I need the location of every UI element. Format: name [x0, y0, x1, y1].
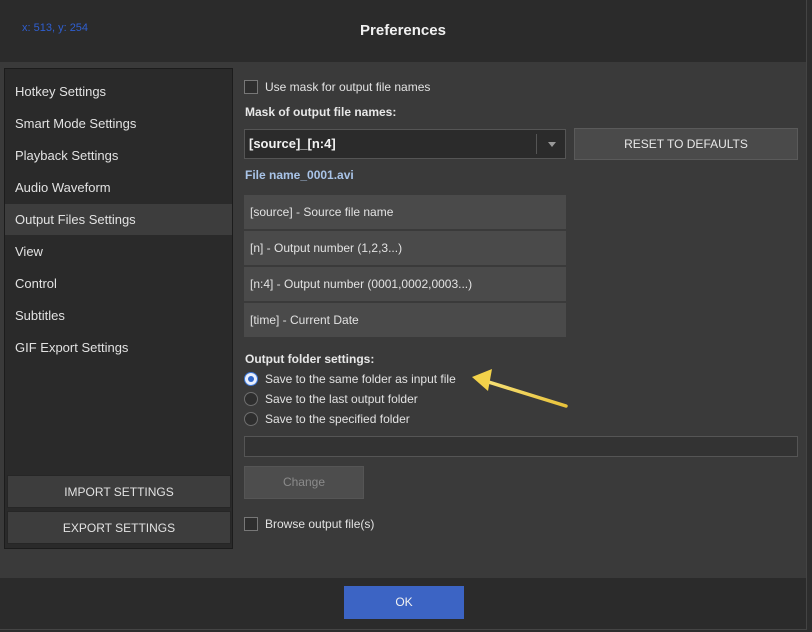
mask-value[interactable]: [source]_[n:4] — [249, 130, 336, 158]
window-title: Preferences — [360, 22, 446, 39]
browse-output-label: Browse output file(s) — [265, 517, 375, 531]
radio-row-same-folder[interactable]: Save to the same folder as input file — [244, 372, 456, 386]
radio-specified-folder-label: Save to the specified folder — [265, 412, 410, 426]
use-mask-checkbox[interactable] — [244, 80, 258, 94]
change-folder-button: Change — [244, 466, 364, 499]
sidebar-item-output-files-settings[interactable]: Output Files Settings — [5, 204, 232, 235]
radio-row-specified-folder[interactable]: Save to the specified folder — [244, 412, 410, 426]
output-folder-heading: Output folder settings: — [245, 352, 375, 366]
file-name-preview: File name_0001.avi — [245, 168, 354, 182]
output-files-panel: Use mask for output file names Mask of o… — [244, 62, 800, 578]
token-n4[interactable]: [n:4] - Output number (0001,0002,0003...… — [244, 267, 566, 301]
sidebar-item-hotkey-settings[interactable]: Hotkey Settings — [5, 76, 232, 107]
token-n[interactable]: [n] - Output number (1,2,3...) — [244, 231, 566, 265]
annotation-arrow-icon — [472, 369, 568, 408]
sidebar-item-gif-export-settings[interactable]: GIF Export Settings — [5, 332, 232, 363]
sidebar-item-smart-mode-settings[interactable]: Smart Mode Settings — [5, 108, 232, 139]
radio-same-folder[interactable] — [244, 372, 258, 386]
browse-output-checkbox-row[interactable]: Browse output file(s) — [244, 517, 374, 531]
sidebar-item-subtitles[interactable]: Subtitles — [5, 300, 232, 331]
sidebar-item-playback-settings[interactable]: Playback Settings — [5, 140, 232, 171]
combo-separator — [536, 134, 537, 154]
reset-to-defaults-button[interactable]: RESET TO DEFAULTS — [574, 128, 798, 160]
browse-output-checkbox[interactable] — [244, 517, 258, 531]
import-settings-button[interactable]: IMPORT SETTINGS — [7, 475, 231, 508]
radio-same-folder-label: Save to the same folder as input file — [265, 372, 456, 386]
mask-combobox[interactable]: [source]_[n:4] — [244, 129, 566, 159]
use-mask-label: Use mask for output file names — [265, 80, 431, 94]
mask-heading: Mask of output file names: — [245, 105, 397, 119]
token-time[interactable]: [time] - Current Date — [244, 303, 566, 337]
export-settings-button[interactable]: EXPORT SETTINGS — [7, 511, 231, 544]
settings-sidebar: Hotkey Settings Smart Mode Settings Play… — [4, 68, 233, 549]
radio-last-output-folder-label: Save to the last output folder — [265, 392, 418, 406]
chevron-down-icon[interactable] — [548, 142, 556, 147]
radio-row-last-output-folder[interactable]: Save to the last output folder — [244, 392, 418, 406]
dialog-footer: OK — [0, 578, 806, 629]
radio-last-output-folder[interactable] — [244, 392, 258, 406]
sidebar-item-audio-waveform[interactable]: Audio Waveform — [5, 172, 232, 203]
use-mask-checkbox-row[interactable]: Use mask for output file names — [244, 80, 430, 94]
content-area: Hotkey Settings Smart Mode Settings Play… — [0, 62, 806, 578]
sidebar-item-view[interactable]: View — [5, 236, 232, 267]
radio-specified-folder[interactable] — [244, 412, 258, 426]
ok-button[interactable]: OK — [344, 586, 464, 619]
sidebar-item-control[interactable]: Control — [5, 268, 232, 299]
folder-path-input[interactable] — [244, 436, 798, 457]
preferences-window: x: 513, y: 254 Preferences Hotkey Settin… — [0, 0, 807, 630]
token-source[interactable]: [source] - Source file name — [244, 195, 566, 229]
